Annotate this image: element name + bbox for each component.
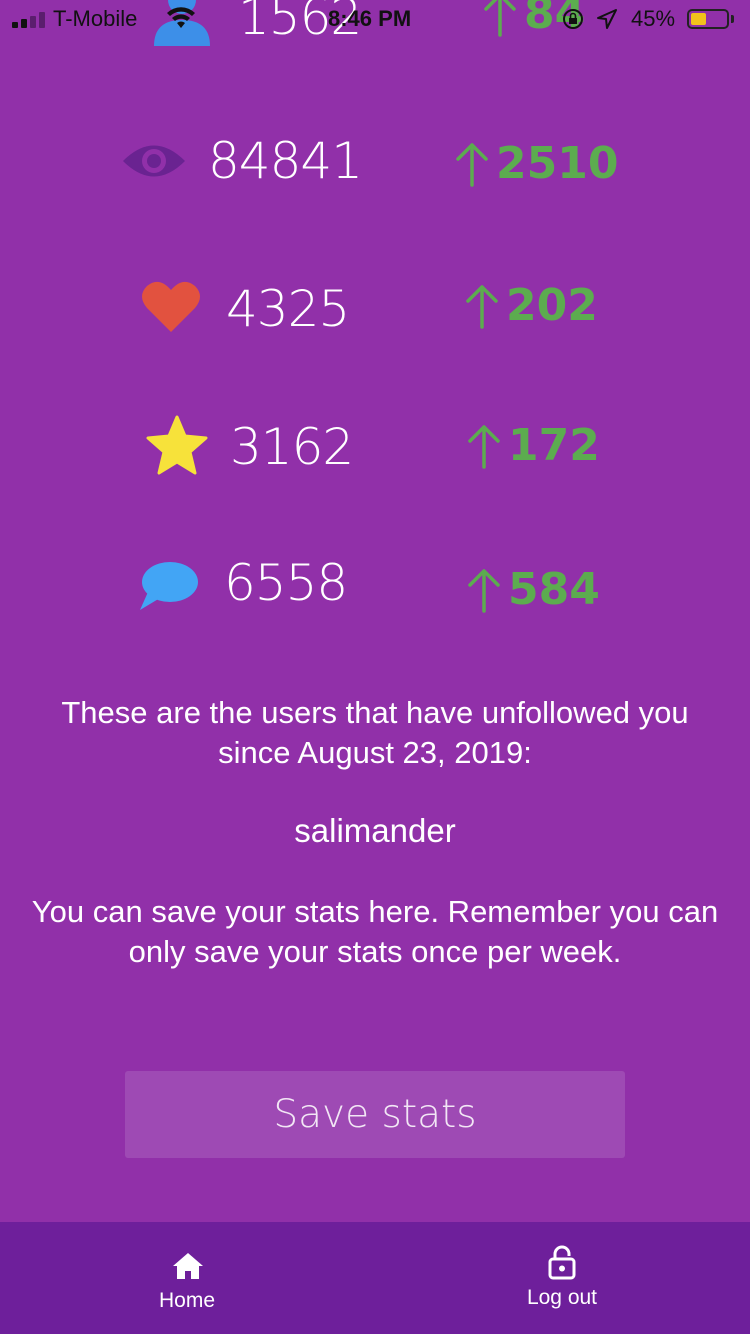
stat-row-comments: 6558 584 bbox=[0, 554, 750, 634]
battery-level-fill bbox=[691, 13, 706, 25]
home-icon bbox=[173, 1253, 203, 1279]
battery-percent: 45% bbox=[631, 6, 676, 31]
orientation-lock-icon bbox=[563, 9, 583, 29]
eye-icon bbox=[123, 145, 185, 177]
stat-row-stars: 3162 172 bbox=[0, 414, 750, 494]
clock-time: 8:46 PM bbox=[328, 6, 412, 31]
location-icon bbox=[597, 9, 617, 29]
arrow-up-icon bbox=[468, 568, 500, 613]
wifi-icon bbox=[167, 7, 195, 28]
arrow-up-icon bbox=[468, 424, 500, 469]
stat-value-views: 84841 bbox=[208, 132, 363, 190]
star-icon bbox=[146, 415, 208, 475]
battery-tip bbox=[731, 15, 734, 23]
signal-icon bbox=[12, 12, 45, 28]
tab-log-out[interactable]: Log out bbox=[432, 1222, 692, 1334]
stat-delta-value: 202 bbox=[506, 280, 598, 331]
tab-home-label: Home bbox=[158, 1289, 216, 1312]
stat-delta-likes: 202 bbox=[464, 280, 598, 331]
stat-row-views: 84841 2510 bbox=[0, 132, 750, 212]
stat-delta-comments: 584 bbox=[466, 564, 600, 615]
stat-delta-value: 2510 bbox=[496, 138, 619, 189]
arrow-up-icon bbox=[456, 142, 488, 187]
battery-icon bbox=[687, 9, 729, 29]
bottom-tab-bar: Home Log out bbox=[0, 1222, 750, 1334]
status-bar: T-Mobile 8:46 PM 45% bbox=[0, 0, 750, 42]
stat-delta-value: 172 bbox=[508, 420, 600, 471]
carrier-label: T-Mobile bbox=[53, 6, 138, 31]
stat-value-stars: 3162 bbox=[230, 418, 354, 476]
heart-icon bbox=[142, 281, 200, 332]
arrow-up-icon bbox=[466, 284, 498, 329]
comment-icon bbox=[140, 562, 198, 610]
save-stats-button[interactable]: Save stats bbox=[125, 1071, 625, 1158]
tab-home[interactable]: Home bbox=[57, 1222, 317, 1334]
unfollowed-user-item: salimander bbox=[294, 812, 456, 849]
stat-delta-stars: 172 bbox=[466, 420, 600, 471]
stat-value-comments: 6558 bbox=[224, 554, 348, 612]
lock-icon bbox=[548, 1245, 576, 1280]
tab-log-out-label: Log out bbox=[526, 1286, 598, 1309]
save-info-text: You can save your stats here. Remember y… bbox=[31, 894, 719, 969]
unfollow-info-text: These are the users that have unfollowed… bbox=[61, 695, 689, 770]
stat-row-likes: 4325 202 bbox=[0, 274, 750, 354]
stat-delta-value: 584 bbox=[508, 564, 600, 615]
stat-value-likes: 4325 bbox=[226, 280, 350, 338]
stat-delta-views: 2510 bbox=[454, 138, 618, 189]
